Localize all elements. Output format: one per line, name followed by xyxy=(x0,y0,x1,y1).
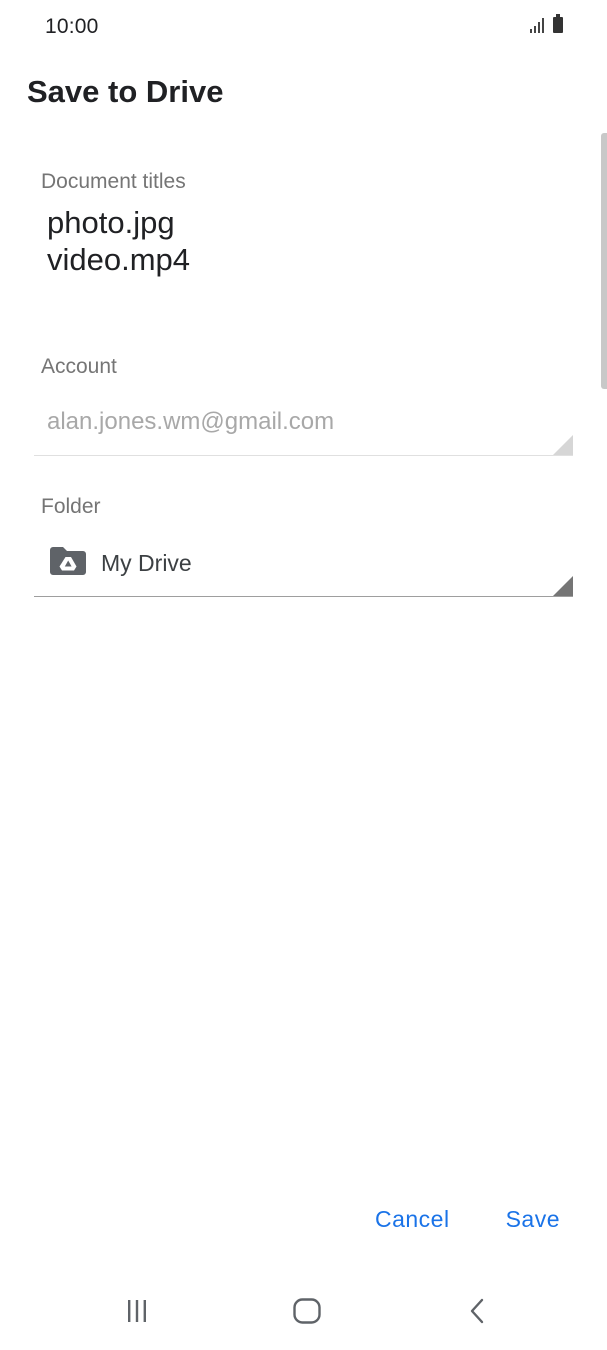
save-button[interactable]: Save xyxy=(506,1206,560,1233)
back-icon xyxy=(470,1298,484,1324)
recents-icon xyxy=(128,1300,146,1322)
dialog-actions: Cancel Save xyxy=(375,1206,560,1233)
folder-dropdown[interactable]: My Drive xyxy=(34,538,573,597)
account-dropdown[interactable]: alan.jones.wm@gmail.com xyxy=(34,400,573,456)
drive-folder-icon xyxy=(50,547,86,575)
dropdown-arrow-icon xyxy=(553,435,573,455)
folder-value: My Drive xyxy=(101,550,192,576)
cancel-button[interactable]: Cancel xyxy=(375,1206,450,1233)
document-titles-list: photo.jpg video.mp4 xyxy=(47,204,190,278)
account-label: Account xyxy=(41,355,117,378)
page-title: Save to Drive xyxy=(27,74,224,109)
home-button[interactable] xyxy=(287,1294,327,1328)
account-value: alan.jones.wm@gmail.com xyxy=(47,408,335,435)
dropdown-arrow-icon xyxy=(553,576,573,596)
folder-label: Folder xyxy=(41,495,101,518)
document-titles-label: Document titles xyxy=(41,170,186,193)
scrollbar[interactable] xyxy=(601,133,607,389)
status-icons xyxy=(530,14,563,33)
home-icon xyxy=(293,1298,321,1324)
status-bar: 10:00 xyxy=(0,0,607,56)
status-time: 10:00 xyxy=(45,15,99,38)
signal-icon xyxy=(530,17,544,33)
battery-icon xyxy=(553,14,563,33)
navigation-bar xyxy=(0,1270,607,1350)
back-button[interactable] xyxy=(457,1294,497,1328)
recents-button[interactable] xyxy=(117,1294,157,1328)
document-title-item: photo.jpg xyxy=(47,205,175,240)
document-title-item: video.mp4 xyxy=(47,242,191,277)
